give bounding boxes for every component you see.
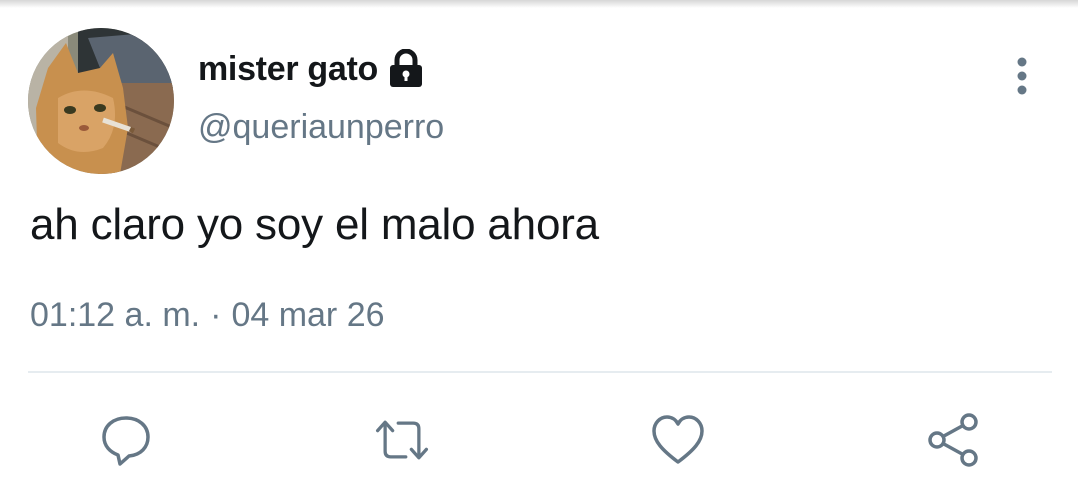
like-button[interactable] xyxy=(648,410,708,470)
retweet-button[interactable] xyxy=(372,410,432,470)
tweet-time: 01:12 a. m. xyxy=(30,296,201,334)
share-button[interactable] xyxy=(924,410,984,470)
lock-icon xyxy=(388,48,424,89)
tweet-card: mister gato @queriaunperro ah claro yo s… xyxy=(0,0,1078,500)
heart-icon xyxy=(652,415,704,464)
speech-bubble-icon xyxy=(102,416,150,466)
reply-button[interactable] xyxy=(96,410,156,470)
tweet-text: ah claro yo soy el malo ahora xyxy=(30,200,599,249)
more-options-button[interactable] xyxy=(1000,52,1044,100)
user-handle[interactable]: @queriaunperro xyxy=(198,108,444,147)
display-name-row: mister gato xyxy=(198,46,424,92)
avatar-image xyxy=(28,28,174,174)
timestamp-row: 01:12 a. m. · 04 mar 26 xyxy=(30,296,385,335)
divider xyxy=(28,371,1052,373)
more-vertical-icon xyxy=(1017,57,1027,95)
tweet-date: 04 mar 26 xyxy=(231,296,385,334)
retweet-arrows-icon xyxy=(375,420,429,460)
share-nodes-icon xyxy=(928,413,978,467)
display-name[interactable]: mister gato xyxy=(198,50,378,89)
avatar[interactable] xyxy=(28,28,174,174)
meta-separator: · xyxy=(210,296,222,334)
